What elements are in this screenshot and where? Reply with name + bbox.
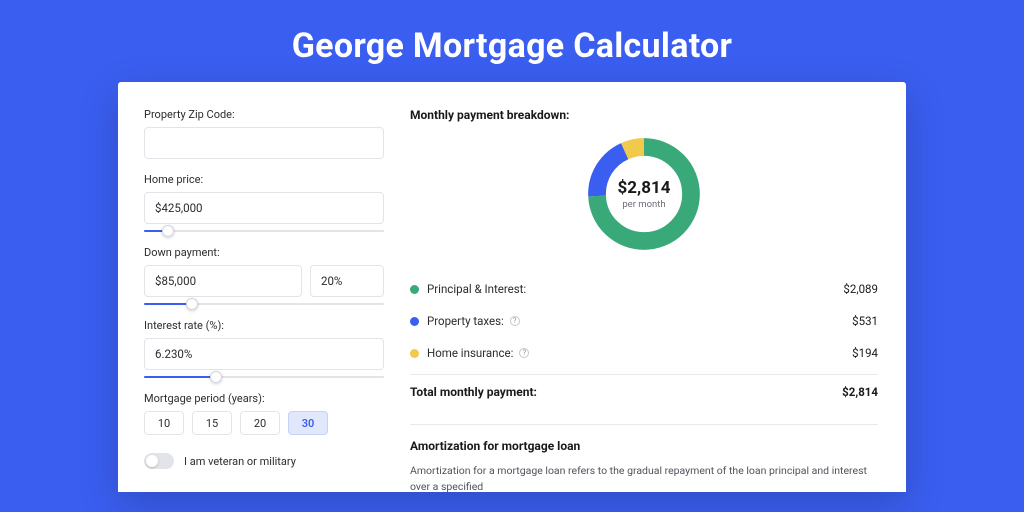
form-column: Property Zip Code: Home price: Down paym… xyxy=(144,108,384,492)
donut-chart: $2,814 per month xyxy=(582,132,706,256)
veteran-toggle[interactable] xyxy=(144,453,174,469)
down-payment-slider-fill xyxy=(144,303,192,305)
info-icon[interactable]: ? xyxy=(519,348,529,358)
down-payment-pct-input[interactable] xyxy=(310,265,384,297)
legend-value-tax: $531 xyxy=(852,314,878,328)
donut-center-sub: per month xyxy=(622,199,665,210)
legend-total-row: Total monthly payment: $2,814 xyxy=(410,374,878,408)
mortgage-period-15[interactable]: 15 xyxy=(192,411,232,435)
legend-label-ins: Home insurance: xyxy=(427,346,513,360)
down-payment-label: Down payment: xyxy=(144,246,384,259)
veteran-label: I am veteran or military xyxy=(184,455,296,468)
legend-row-tax: Property taxes: ? $531 xyxy=(410,306,878,336)
mortgage-period-field: Mortgage period (years): 10 15 20 30 xyxy=(144,392,384,435)
mortgage-period-30[interactable]: 30 xyxy=(288,411,328,435)
interest-rate-slider-fill xyxy=(144,376,216,378)
breakdown-title: Monthly payment breakdown: xyxy=(410,108,878,122)
legend-value-pi: $2,089 xyxy=(843,282,878,296)
donut-center-amount: $2,814 xyxy=(618,178,671,198)
zip-input[interactable] xyxy=(144,127,384,159)
legend-value-ins: $194 xyxy=(852,346,878,360)
legend-label-pi: Principal & Interest: xyxy=(427,282,526,296)
home-price-slider-track xyxy=(144,230,384,232)
interest-rate-label: Interest rate (%): xyxy=(144,319,384,332)
toggle-knob-icon xyxy=(146,455,158,467)
dot-green-icon xyxy=(410,285,419,294)
page-title: George Mortgage Calculator xyxy=(0,0,1024,82)
zip-label: Property Zip Code: xyxy=(144,108,384,121)
legend-row-ins: Home insurance: ? $194 xyxy=(410,338,878,368)
mortgage-period-label: Mortgage period (years): xyxy=(144,392,384,405)
interest-rate-slider-thumb[interactable] xyxy=(210,371,222,383)
down-payment-amount-input[interactable] xyxy=(144,265,302,297)
amortization-text: Amortization for a mortgage loan refers … xyxy=(410,463,878,492)
legend: Principal & Interest: $2,089 Property ta… xyxy=(410,274,878,408)
home-price-field: Home price: xyxy=(144,173,384,224)
mortgage-period-20[interactable]: 20 xyxy=(240,411,280,435)
home-price-input[interactable] xyxy=(144,192,384,224)
down-payment-field: Down payment: xyxy=(144,246,384,297)
donut-chart-wrap: $2,814 per month xyxy=(410,132,878,256)
home-price-slider-thumb[interactable] xyxy=(162,225,174,237)
amortization-section: Amortization for mortgage loan Amortizat… xyxy=(410,424,878,492)
veteran-row: I am veteran or military xyxy=(144,453,384,469)
down-payment-slider-thumb[interactable] xyxy=(186,298,198,310)
legend-row-pi: Principal & Interest: $2,089 xyxy=(410,274,878,304)
mortgage-period-10[interactable]: 10 xyxy=(144,411,184,435)
calculator-card: Property Zip Code: Home price: Down paym… xyxy=(118,82,906,492)
legend-total-label: Total monthly payment: xyxy=(410,385,537,399)
amortization-title: Amortization for mortgage loan xyxy=(410,439,878,453)
breakdown-column: Monthly payment breakdown: $2,814 per mo… xyxy=(410,108,878,492)
interest-rate-input[interactable] xyxy=(144,338,384,370)
interest-rate-field: Interest rate (%): xyxy=(144,319,384,370)
info-icon[interactable]: ? xyxy=(510,316,520,326)
donut-center: $2,814 per month xyxy=(582,132,706,256)
mortgage-period-options: 10 15 20 30 xyxy=(144,411,384,435)
legend-label-tax: Property taxes: xyxy=(427,314,504,328)
home-price-label: Home price: xyxy=(144,173,384,186)
legend-total-value: $2,814 xyxy=(842,385,878,399)
zip-field: Property Zip Code: xyxy=(144,108,384,159)
dot-blue-icon xyxy=(410,317,419,326)
dot-yellow-icon xyxy=(410,349,419,358)
